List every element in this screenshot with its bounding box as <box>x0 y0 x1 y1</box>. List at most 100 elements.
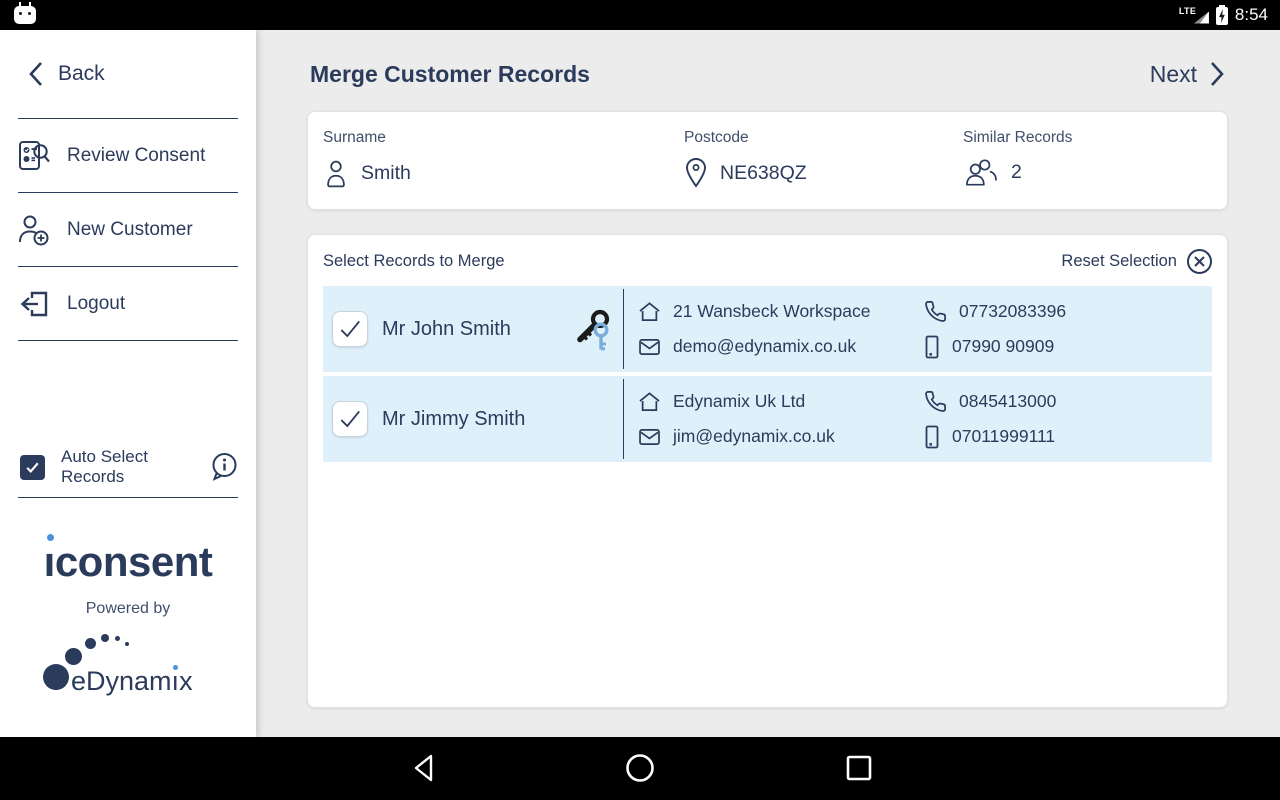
mobile-icon <box>924 335 940 359</box>
robot-eye <box>28 12 31 15</box>
record-name: Mr John Smith <box>382 318 511 341</box>
email-cell: demo@edynamix.co.uk <box>638 329 924 364</box>
edynamix-dot <box>125 642 129 646</box>
auto-select-label: Auto Select Records <box>61 447 194 487</box>
page-title: Merge Customer Records <box>310 61 590 88</box>
nav-back-icon[interactable] <box>408 751 442 785</box>
consent-logo-block: ıconsent <box>0 520 256 594</box>
address-cell: Edynamix Uk Ltd <box>638 384 924 419</box>
checkmark-icon <box>24 459 41 476</box>
back-chevron-icon <box>28 61 44 87</box>
reset-selection-button[interactable]: Reset Selection <box>1061 248 1213 275</box>
record-details: 21 Wansbeck Workspace 07732083396 <box>624 286 1212 372</box>
status-bar: LTE 8:54 <box>0 0 1280 30</box>
mobile-icon <box>924 425 940 449</box>
home-icon <box>638 301 661 322</box>
edynamix-wordmark: eDynamıx <box>71 666 193 697</box>
sidebar-item-new-customer[interactable]: New Customer <box>0 193 256 266</box>
next-label: Next <box>1150 61 1197 88</box>
sidebar-item-review-consent[interactable]: Review Consent <box>0 119 256 192</box>
status-bar-right: LTE 8:54 <box>1179 0 1268 30</box>
record-address: Edynamix Uk Ltd <box>673 391 805 412</box>
clock-time: 8:54 <box>1235 5 1268 25</box>
record-row[interactable]: Mr John Smith <box>323 286 1212 372</box>
edynamix-dot <box>65 648 82 665</box>
record-mobile: 07011999111 <box>952 426 1055 447</box>
new-customer-icon <box>16 212 52 248</box>
logo-i-dot <box>47 534 54 541</box>
checkbox-checked-icon[interactable] <box>20 455 45 480</box>
info-icon[interactable] <box>210 452 238 482</box>
brand-i-dot <box>173 665 178 670</box>
similar-records-count: 2 <box>1011 161 1022 184</box>
main-content: Merge Customer Records Next Surname Smit… <box>256 30 1280 737</box>
nav-recents-icon[interactable] <box>842 751 876 785</box>
similar-records-label: Similar Records <box>963 129 1212 147</box>
main-header: Merge Customer Records Next <box>256 30 1280 88</box>
similar-records-field: Similar Records 2 <box>963 129 1212 209</box>
sidebar-item-label: Review Consent <box>67 145 205 167</box>
phone-cell: 0845413000 <box>924 384 1212 419</box>
home-icon <box>638 391 661 412</box>
brand-i-glyph: ı <box>172 666 180 696</box>
next-button[interactable]: Next <box>1150 60 1225 88</box>
review-consent-icon <box>16 138 52 174</box>
lte-signal-icon: LTE <box>1179 6 1209 25</box>
record-email: jim@edynamix.co.uk <box>673 426 835 447</box>
keys-slot <box>573 306 615 352</box>
postcode-field: Postcode NE638QZ <box>684 129 963 209</box>
sidebar-item-label: Logout <box>67 293 125 315</box>
record-row-left: Mr Jimmy Smith <box>323 376 623 462</box>
sidebar-item-label: New Customer <box>67 219 193 241</box>
surname-value-row: Smith <box>323 157 684 189</box>
robot-eye <box>19 12 22 15</box>
record-checkbox[interactable] <box>332 401 368 437</box>
brand-i: ı <box>172 666 180 697</box>
edynamix-dot <box>43 664 69 690</box>
address-cell: 21 Wansbeck Workspace <box>638 294 924 329</box>
mobile-cell: 07990 90909 <box>924 329 1212 364</box>
record-phone: 07732083396 <box>959 301 1066 322</box>
email-cell: jim@edynamix.co.uk <box>638 419 924 454</box>
back-label: Back <box>58 62 105 86</box>
brand-post: x <box>179 666 193 696</box>
phone-icon <box>924 300 947 323</box>
mail-icon <box>638 428 661 446</box>
logo-text: consent <box>55 538 213 585</box>
back-button[interactable]: Back <box>0 30 256 118</box>
auto-select-records-toggle[interactable]: Auto Select Records <box>0 437 256 497</box>
record-checkbox[interactable] <box>332 311 368 347</box>
sidebar-spacer <box>0 341 256 437</box>
sidebar: Back Review Consent <box>0 30 256 737</box>
nav-home-icon[interactable] <box>623 751 657 785</box>
edynamix-dot <box>115 636 120 641</box>
postcode-value-row: NE638QZ <box>684 157 963 189</box>
mobile-cell: 07011999111 <box>924 419 1212 454</box>
record-row-left: Mr John Smith <box>323 286 623 372</box>
consent-logo: ıconsent <box>44 531 213 583</box>
edynamix-logo: eDynamıx <box>43 632 213 704</box>
close-circle-icon <box>1186 248 1213 275</box>
phone-cell: 07732083396 <box>924 294 1212 329</box>
merge-card-title: Select Records to Merge <box>323 252 505 271</box>
record-address: 21 Wansbeck Workspace <box>673 301 870 322</box>
sidebar-divider <box>18 497 238 498</box>
postcode-label: Postcode <box>684 129 963 147</box>
network-type-label: LTE <box>1179 6 1196 16</box>
logo-i: ı <box>44 538 55 585</box>
checkmark-icon <box>337 316 363 342</box>
postcode-value: NE638QZ <box>720 162 807 185</box>
people-icon <box>963 157 999 187</box>
keys-icon <box>574 306 614 352</box>
battery-charging-icon <box>1216 7 1228 25</box>
record-phone: 0845413000 <box>959 391 1056 412</box>
app-screen: LTE 8:54 Back <box>0 0 1280 800</box>
brand-pre: eDynam <box>71 666 172 696</box>
record-row[interactable]: Mr Jimmy Smith Edynamix Uk Ltd <box>323 376 1212 462</box>
reset-selection-label: Reset Selection <box>1061 252 1177 271</box>
logout-icon <box>16 286 52 322</box>
edynamix-dot <box>85 638 96 649</box>
android-robot-icon <box>14 6 36 24</box>
sidebar-item-logout[interactable]: Logout <box>0 267 256 340</box>
battery-bolt <box>1217 9 1226 23</box>
